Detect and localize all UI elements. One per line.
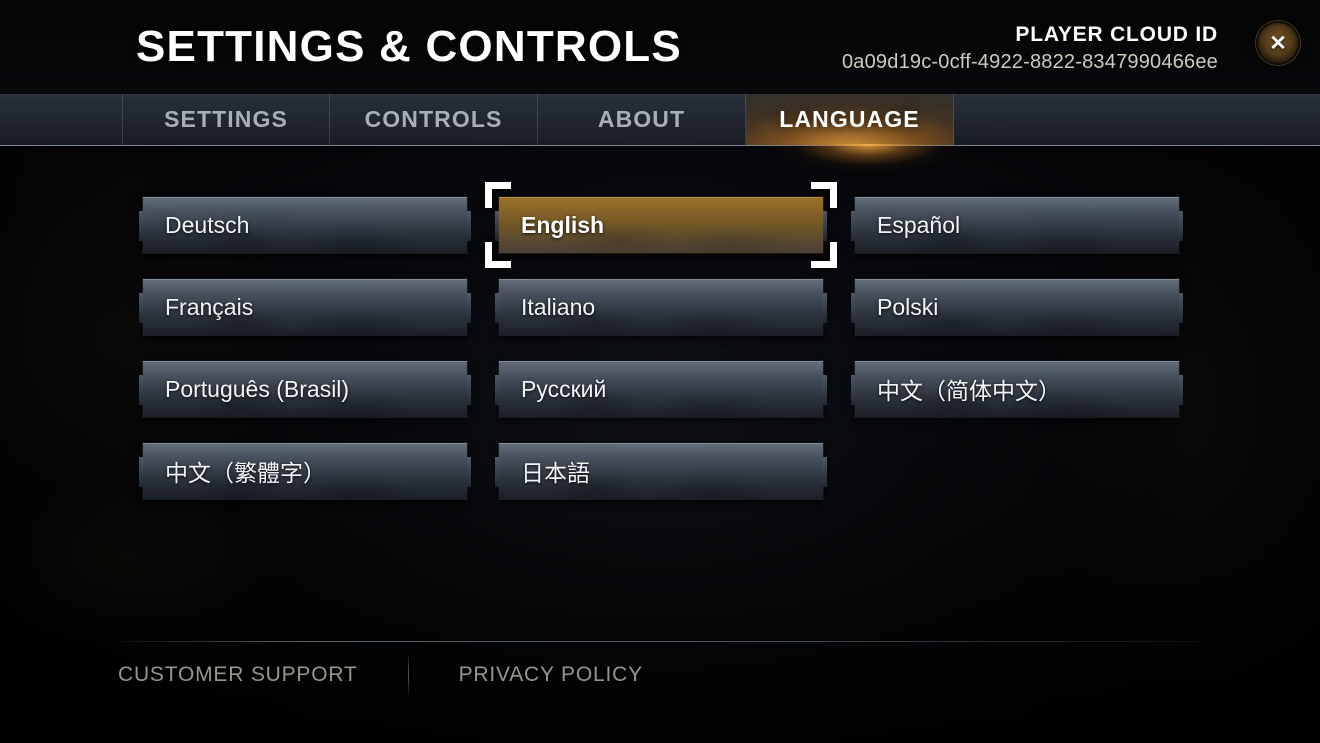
language-option-label: Português (Brasil) bbox=[165, 375, 350, 402]
tab-about-label: ABOUT bbox=[597, 106, 686, 132]
tab-bar: SETTINGS CONTROLS ABOUT LANGUAGE bbox=[0, 94, 1320, 146]
language-option-label: Italiano bbox=[521, 293, 596, 320]
tab-controls-label: CONTROLS bbox=[364, 106, 503, 132]
page-title: SETTINGS & CONTROLS bbox=[136, 22, 682, 71]
edge-notch bbox=[467, 457, 471, 487]
edge-notch bbox=[467, 293, 471, 323]
language-option-grid: Deutsch English Español Français Italian… bbox=[139, 182, 1183, 500]
language-option-chinese-simplified[interactable]: 中文（简体中文） bbox=[851, 360, 1183, 418]
player-cloud-id: PLAYER CLOUD ID 0a09d19c-0cff-4922-8822-… bbox=[842, 22, 1218, 76]
edge-notch bbox=[1179, 211, 1183, 241]
edge-notch bbox=[1179, 293, 1183, 323]
language-option-label: Русский bbox=[521, 375, 607, 402]
footer-separator bbox=[407, 654, 409, 696]
language-option-english[interactable]: English bbox=[485, 182, 837, 268]
selection-bracket-bottom-right bbox=[811, 242, 837, 268]
language-option-deutsch[interactable]: Deutsch bbox=[139, 196, 471, 254]
language-option-label: English bbox=[521, 211, 605, 238]
language-option-russian[interactable]: Русский bbox=[495, 360, 827, 418]
language-option-label: Polski bbox=[877, 293, 939, 320]
selection-bracket-bottom-left bbox=[485, 242, 511, 268]
language-option-italiano[interactable]: Italiano bbox=[495, 278, 827, 336]
tab-language-label: LANGUAGE bbox=[779, 106, 920, 132]
edge-notch bbox=[823, 375, 827, 405]
selection-bracket-top-right bbox=[811, 182, 837, 208]
language-option-chinese-traditional[interactable]: 中文（繁體字） bbox=[139, 442, 471, 500]
settings-screen: SETTINGS & CONTROLS PLAYER CLOUD ID 0a09… bbox=[0, 0, 1320, 743]
language-option-label: 中文（简体中文） bbox=[877, 378, 1061, 404]
tab-about[interactable]: ABOUT bbox=[538, 94, 746, 145]
language-option-polski[interactable]: Polski bbox=[851, 278, 1183, 336]
tab-settings-label: SETTINGS bbox=[164, 106, 288, 132]
language-option-japanese[interactable]: 日本語 bbox=[495, 442, 827, 500]
edge-notch bbox=[823, 211, 827, 241]
selection-bracket-top-left bbox=[485, 182, 511, 208]
player-cloud-id-value: 0a09d19c-0cff-4922-8822-8347990466ee bbox=[841, 51, 1218, 73]
language-option-portugues-brasil[interactable]: Português (Brasil) bbox=[139, 360, 471, 418]
language-option-label: Español bbox=[877, 211, 961, 238]
language-option-espanol[interactable]: Español bbox=[851, 196, 1183, 254]
edge-notch bbox=[823, 293, 827, 323]
language-option-label: 日本語 bbox=[521, 460, 590, 486]
language-option-francais[interactable]: Français bbox=[139, 278, 471, 336]
language-option-label: Deutsch bbox=[165, 211, 250, 238]
player-cloud-id-label: PLAYER CLOUD ID bbox=[1015, 23, 1218, 46]
edge-notch bbox=[467, 375, 471, 405]
language-option-label: 中文（繁體字） bbox=[165, 460, 326, 486]
edge-notch bbox=[823, 457, 827, 487]
customer-support-link[interactable]: CUSTOMER SUPPORT bbox=[118, 663, 358, 687]
edge-notch bbox=[467, 211, 471, 241]
close-icon[interactable] bbox=[1256, 21, 1300, 65]
tab-settings[interactable]: SETTINGS bbox=[122, 94, 330, 145]
tab-language[interactable]: LANGUAGE bbox=[746, 94, 954, 145]
language-option-label: Français bbox=[165, 293, 254, 320]
tab-controls[interactable]: CONTROLS bbox=[330, 94, 538, 145]
privacy-policy-link[interactable]: PRIVACY POLICY bbox=[459, 663, 643, 687]
edge-notch bbox=[1179, 375, 1183, 405]
footer-divider bbox=[118, 641, 1203, 642]
footer: CUSTOMER SUPPORT PRIVACY POLICY bbox=[118, 652, 643, 698]
